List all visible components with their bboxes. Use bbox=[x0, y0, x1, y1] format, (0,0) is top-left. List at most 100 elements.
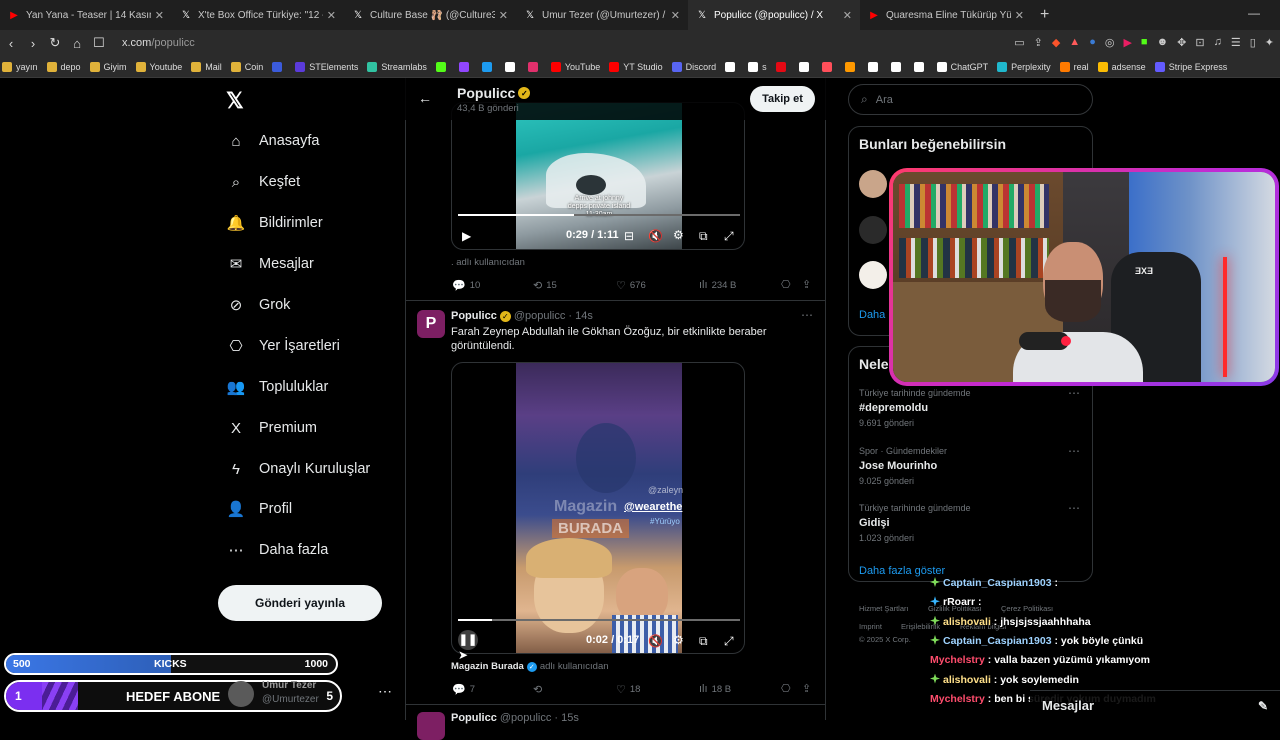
bookmark-item[interactable]: Perplexity bbox=[997, 61, 1051, 72]
bookmark-item[interactable]: YT Studio bbox=[609, 61, 663, 72]
bookmark-item[interactable] bbox=[821, 61, 836, 72]
tweet2-video[interactable]: Magazin BURADA @zaleyn @wearethe #Yürüyo… bbox=[451, 362, 745, 654]
close-tab-icon[interactable]: ✕ bbox=[499, 9, 508, 22]
bookmark-item[interactable] bbox=[867, 61, 882, 72]
footer-link[interactable]: Imprint bbox=[859, 622, 882, 631]
close-tab-icon[interactable]: ✕ bbox=[843, 9, 852, 22]
bookmark-item[interactable] bbox=[527, 61, 542, 72]
cast-icon[interactable]: ▭ bbox=[1014, 36, 1024, 49]
suggestion-avatar-2[interactable] bbox=[859, 216, 887, 244]
pip-icon[interactable]: ⧉ bbox=[699, 634, 708, 649]
suggestions-more-link[interactable]: Daha bbox=[859, 309, 885, 321]
new-tab-icon[interactable]: + bbox=[1040, 6, 1049, 24]
extension-3-icon[interactable]: ▶ bbox=[1123, 36, 1131, 49]
tweet1-progress-track[interactable] bbox=[458, 214, 740, 216]
tweet1-reply[interactable]: 💬 10 bbox=[452, 279, 480, 292]
extension-1-icon[interactable]: ● bbox=[1089, 36, 1096, 49]
rewards-icon[interactable]: ▲ bbox=[1069, 36, 1080, 49]
bookmark-item[interactable]: real bbox=[1059, 61, 1089, 72]
nav-item-more-circle[interactable]: ⋯ Daha fazla bbox=[226, 540, 329, 560]
bookmark-item[interactable]: Streamlabs bbox=[367, 61, 427, 72]
bookmark-item[interactable]: Mail bbox=[191, 61, 222, 72]
nav-item-lightning[interactable]: ϟ Onaylı Kuruluşlar bbox=[226, 459, 370, 479]
tweet2-repost[interactable]: ⟲ bbox=[533, 683, 546, 696]
bookmark-item[interactable]: YouTube bbox=[550, 61, 600, 72]
mute-icon[interactable]: 🔇 bbox=[648, 634, 663, 648]
nav-item-bookmark[interactable]: ⎔ Yer İşaretleri bbox=[226, 336, 339, 356]
trends-more-link[interactable]: Daha fazla göster bbox=[859, 565, 945, 577]
nav-item-bell[interactable]: 🔔 Bildirimler bbox=[226, 213, 323, 233]
close-tab-icon[interactable]: ✕ bbox=[671, 9, 680, 22]
suggestion-avatar-1[interactable] bbox=[859, 170, 887, 198]
play-icon[interactable]: ▶ bbox=[462, 229, 471, 243]
tweet2-like[interactable]: ♡ 18 bbox=[616, 683, 640, 696]
tweet1-like[interactable]: ♡ 676 bbox=[616, 279, 646, 292]
bookmark-item[interactable] bbox=[272, 61, 286, 72]
back-arrow-icon[interactable]: ← bbox=[418, 90, 432, 106]
nav-item-x[interactable]: X Premium bbox=[226, 418, 317, 438]
bookmark-item[interactable]: depo bbox=[46, 61, 81, 72]
bookmark-item[interactable] bbox=[775, 61, 790, 72]
tweet1-share[interactable]: ⇪ bbox=[802, 278, 811, 291]
bookmark-item[interactable]: yayın bbox=[2, 61, 38, 72]
close-tab-icon[interactable]: ✕ bbox=[1015, 9, 1024, 22]
mute-icon[interactable]: 🔇 bbox=[648, 229, 663, 243]
new-message-icon[interactable]: ✎ bbox=[1258, 699, 1268, 713]
screenshot-icon[interactable]: ⊡ bbox=[1195, 36, 1204, 49]
trend-name[interactable]: Jose Mourinho bbox=[859, 460, 937, 472]
extension-5-icon[interactable]: ☻ bbox=[1157, 36, 1169, 49]
account-avatar[interactable] bbox=[228, 681, 254, 707]
nav-item-mail[interactable]: ✉ Mesajlar bbox=[226, 254, 314, 274]
account-more-icon[interactable]: ⋯ bbox=[378, 683, 392, 700]
bookmark-item[interactable] bbox=[435, 61, 450, 72]
follow-button[interactable]: Takip et bbox=[750, 86, 815, 112]
nav-item-person[interactable]: 👤 Profil bbox=[226, 499, 292, 519]
reading-list-icon[interactable]: ☰ bbox=[1231, 36, 1241, 49]
trend-more-icon[interactable]: ⋯ bbox=[1068, 386, 1080, 400]
minimize-icon[interactable]: — bbox=[1248, 6, 1260, 20]
nav-item-people[interactable]: 👥 Topluluklar bbox=[226, 377, 329, 397]
tweet1-repost[interactable]: ⟲ 15 bbox=[533, 279, 557, 292]
bookmark-item[interactable]: adsense bbox=[1097, 61, 1146, 72]
bookmark-item[interactable]: Giyim bbox=[89, 61, 127, 72]
bookmark-item[interactable]: ChatGPT bbox=[936, 61, 988, 72]
footer-link[interactable]: Hizmet Şartları bbox=[859, 604, 909, 613]
reload-icon[interactable]: ↻ bbox=[44, 35, 66, 51]
settings-icon[interactable]: ⚙ bbox=[673, 633, 684, 647]
trend-name[interactable]: Gidişi bbox=[859, 517, 890, 529]
bookmark-item[interactable]: STElements bbox=[295, 61, 358, 72]
sidebar-icon[interactable]: ▯ bbox=[1250, 36, 1256, 49]
tweet2-more-icon[interactable]: ⋯ bbox=[801, 308, 813, 322]
browser-tab[interactable]: ▶ Quaresma Eline Tükürüp Yüzüne Sür ✕ bbox=[860, 0, 1032, 30]
suggestion-avatar-3[interactable] bbox=[859, 261, 887, 289]
browser-tab[interactable]: 𝕏 Culture Base 🩰 (@Culture3ase) / X ✕ bbox=[344, 0, 516, 30]
bookmark-item[interactable]: Stripe Express bbox=[1154, 61, 1227, 72]
bookmark-item[interactable] bbox=[725, 61, 739, 72]
bookmark-item[interactable]: Youtube bbox=[135, 61, 182, 72]
url-field[interactable]: x.com/populicc bbox=[122, 37, 195, 49]
footer-link[interactable]: © 2025 X Corp. bbox=[859, 635, 911, 644]
pip-icon[interactable]: ⧉ bbox=[699, 229, 708, 244]
media-icon[interactable]: ♫ bbox=[1214, 36, 1222, 49]
trend-name[interactable]: #depremoldu bbox=[859, 402, 928, 414]
extension-2-icon[interactable]: ◎ bbox=[1105, 36, 1115, 49]
tweet2-progress-track[interactable] bbox=[458, 619, 740, 621]
search-box[interactable]: ⌕ Ara bbox=[848, 84, 1093, 115]
browser-tab[interactable]: ▶ Yan Yana - Teaser | 14 Kasım'da Sade ✕ bbox=[0, 0, 172, 30]
bookmark-page-icon[interactable]: ☐ bbox=[88, 35, 110, 51]
close-tab-icon[interactable]: ✕ bbox=[327, 9, 336, 22]
extensions-icon[interactable]: ✥ bbox=[1177, 36, 1186, 49]
tweet1-video[interactable]: Arrive at johnny depps private island 11… bbox=[451, 102, 745, 250]
tweet3-author[interactable]: Populicc bbox=[451, 712, 497, 724]
attribution-name[interactable]: Magazin Burada bbox=[451, 661, 524, 672]
bookmark-item[interactable]: s bbox=[748, 61, 767, 72]
bookmark-item[interactable] bbox=[458, 61, 473, 72]
back-icon[interactable]: ‹ bbox=[0, 36, 22, 51]
brave-shield-icon[interactable]: ◆ bbox=[1052, 36, 1060, 49]
trend-more-icon[interactable]: ⋯ bbox=[1068, 444, 1080, 458]
bookmark-item[interactable]: Discord bbox=[671, 61, 716, 72]
fullscreen-icon[interactable]: ⤢ bbox=[724, 634, 734, 649]
browser-tab[interactable]: 𝕏 X'te Box Office Türkiye: "12 - 18 Eylül… bbox=[172, 0, 344, 30]
tweet3-avatar[interactable] bbox=[417, 712, 445, 740]
fullscreen-icon[interactable]: ⤢ bbox=[724, 229, 734, 244]
